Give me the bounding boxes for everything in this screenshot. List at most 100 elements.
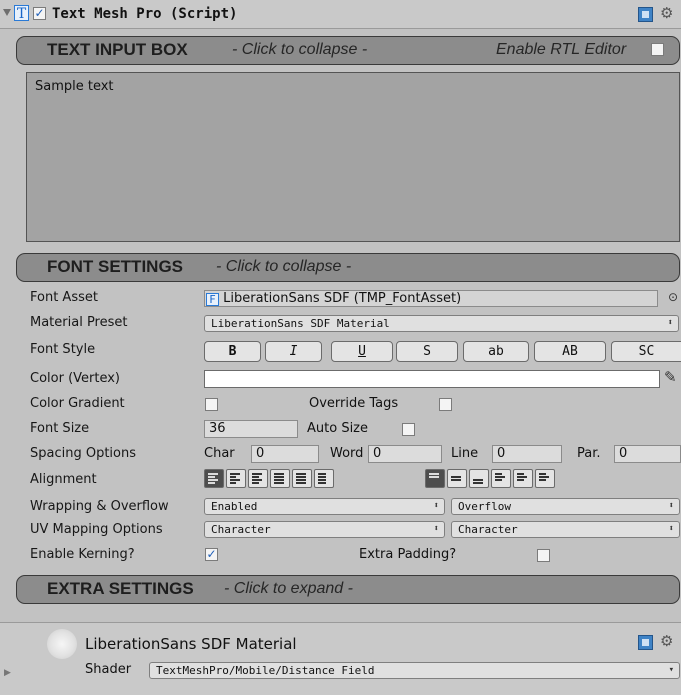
text-component-icon: T: [14, 5, 29, 22]
align-top-icon: [429, 473, 441, 484]
text-input-box-title: TEXT INPUT BOX: [47, 40, 188, 59]
extra-padding-checkbox[interactable]: [537, 549, 550, 562]
uv-vertical-value: Character: [458, 523, 518, 536]
uv-horizontal-dropdown[interactable]: Character ⬍: [204, 521, 445, 538]
font-settings-title: FONT SETTINGS: [47, 257, 183, 276]
style-bold-button[interactable]: B: [204, 341, 261, 362]
font-asset-label: Font Asset: [30, 290, 98, 305]
align-geometry-icon: [318, 473, 330, 484]
component-enabled-checkbox[interactable]: ✓: [33, 7, 46, 20]
spacing-char-field[interactable]: 0: [251, 445, 319, 463]
shader-value: TextMeshPro/Mobile/Distance Field: [156, 664, 375, 677]
color-gradient-checkbox[interactable]: [205, 398, 218, 411]
eyedropper-icon[interactable]: ✎: [664, 368, 677, 386]
font-settings-hint: - Click to collapse -: [216, 258, 352, 275]
align-center-icon: [230, 473, 242, 484]
uv-horizontal-value: Character: [211, 523, 271, 536]
align-baseline-icon: [495, 473, 507, 484]
color-vertex-swatch[interactable]: [204, 370, 660, 388]
spacing-line-label: Line: [451, 446, 479, 461]
gear-icon[interactable]: ⚙: [660, 4, 673, 22]
uv-vertical-dropdown[interactable]: Character ⬍: [451, 521, 680, 538]
spacing-char-label: Char: [204, 446, 235, 461]
overflow-dropdown[interactable]: Overflow ⬍: [451, 498, 680, 515]
align-midline-button[interactable]: [513, 469, 533, 488]
align-left-button[interactable]: [204, 469, 224, 488]
style-underline-button[interactable]: U: [331, 341, 393, 362]
align-justify-icon: [274, 473, 286, 484]
extra-settings-hint: - Click to expand -: [224, 580, 353, 597]
align-capline-icon: [539, 473, 551, 484]
font-size-field[interactable]: 36: [204, 420, 298, 438]
font-asset-value: LiberationSans SDF (TMP_FontAsset): [223, 291, 462, 306]
font-asset-field[interactable]: F LiberationSans SDF (TMP_FontAsset): [204, 290, 658, 307]
auto-size-label: Auto Size: [307, 421, 369, 436]
style-uppercase-button[interactable]: AB: [534, 341, 606, 362]
expand-arrow-icon[interactable]: ▶: [4, 668, 11, 678]
wrapping-label: Wrapping & Overflow: [30, 499, 169, 514]
kerning-checkbox[interactable]: ✓: [205, 548, 218, 561]
fold-arrow-icon[interactable]: [3, 9, 11, 16]
material-panel: [0, 623, 681, 695]
wrapping-value: Enabled: [211, 500, 258, 513]
rtl-editor-checkbox[interactable]: [651, 43, 664, 56]
help-book-icon[interactable]: [638, 7, 653, 22]
extra-settings-title: EXTRA SETTINGS: [47, 579, 194, 598]
wrapping-dropdown[interactable]: Enabled ⬍: [204, 498, 445, 515]
material-preview-icon: [47, 629, 77, 659]
dropdown-arrow-icon: ⬍: [667, 318, 673, 328]
style-smallcaps-button[interactable]: SC: [611, 341, 681, 362]
align-justify-button[interactable]: [270, 469, 290, 488]
text-input-area[interactable]: Sample text: [26, 72, 680, 242]
align-left-icon: [208, 473, 220, 484]
material-preset-dropdown[interactable]: LiberationSans SDF Material ⬍: [204, 315, 679, 332]
align-flush-button[interactable]: [292, 469, 312, 488]
font-style-label: Font Style: [30, 342, 96, 357]
shader-label: Shader: [85, 662, 132, 677]
material-name: LiberationSans SDF Material: [85, 635, 297, 653]
align-capline-button[interactable]: [535, 469, 555, 488]
align-middle-button[interactable]: [447, 469, 467, 488]
color-gradient-label: Color Gradient: [30, 396, 125, 411]
override-tags-label: Override Tags: [309, 396, 399, 411]
spacing-par-field[interactable]: 0: [614, 445, 681, 463]
style-italic-button[interactable]: I: [265, 341, 322, 362]
dropdown-arrow-icon: ⬍: [668, 501, 674, 511]
rtl-editor-label: Enable RTL Editor: [496, 41, 627, 58]
style-strikethrough-button[interactable]: S: [396, 341, 458, 362]
object-picker-icon[interactable]: ⊙: [668, 290, 678, 304]
align-bottom-icon: [473, 473, 485, 484]
spacing-word-label: Word: [330, 446, 364, 461]
spacing-word-field[interactable]: 0: [368, 445, 442, 463]
dropdown-arrow-icon: ⬍: [668, 524, 674, 534]
shader-dropdown[interactable]: TextMeshPro/Mobile/Distance Field ▾: [149, 662, 680, 679]
component-title: Text Mesh Pro (Script): [52, 6, 238, 22]
extra-padding-label: Extra Padding?: [359, 547, 457, 562]
dropdown-arrow-icon: ▾: [668, 665, 674, 675]
color-vertex-label: Color (Vertex): [30, 371, 121, 386]
gear-icon[interactable]: ⚙: [660, 632, 673, 650]
dropdown-arrow-icon: ⬍: [433, 501, 439, 511]
style-lowercase-button[interactable]: ab: [463, 341, 529, 362]
align-center-button[interactable]: [226, 469, 246, 488]
dropdown-arrow-icon: ⬍: [433, 524, 439, 534]
alignment-label: Alignment: [30, 472, 97, 487]
align-right-button[interactable]: [248, 469, 268, 488]
align-middle-icon: [451, 473, 463, 484]
align-top-button[interactable]: [425, 469, 445, 488]
spacing-par-label: Par.: [577, 446, 601, 461]
overflow-value: Overflow: [458, 500, 511, 513]
text-input-box-hint: - Click to collapse -: [232, 41, 368, 58]
uv-mapping-label: UV Mapping Options: [30, 522, 163, 537]
override-tags-checkbox[interactable]: [439, 398, 452, 411]
help-book-icon[interactable]: [638, 635, 653, 650]
align-bottom-button[interactable]: [469, 469, 489, 488]
text-input-value: Sample text: [35, 79, 114, 94]
material-preset-label: Material Preset: [30, 315, 128, 330]
spacing-line-field[interactable]: 0: [492, 445, 562, 463]
auto-size-checkbox[interactable]: [402, 423, 415, 436]
align-geometry-button[interactable]: [314, 469, 334, 488]
align-baseline-button[interactable]: [491, 469, 511, 488]
align-midline-icon: [517, 473, 529, 484]
kerning-label: Enable Kerning?: [30, 547, 135, 562]
